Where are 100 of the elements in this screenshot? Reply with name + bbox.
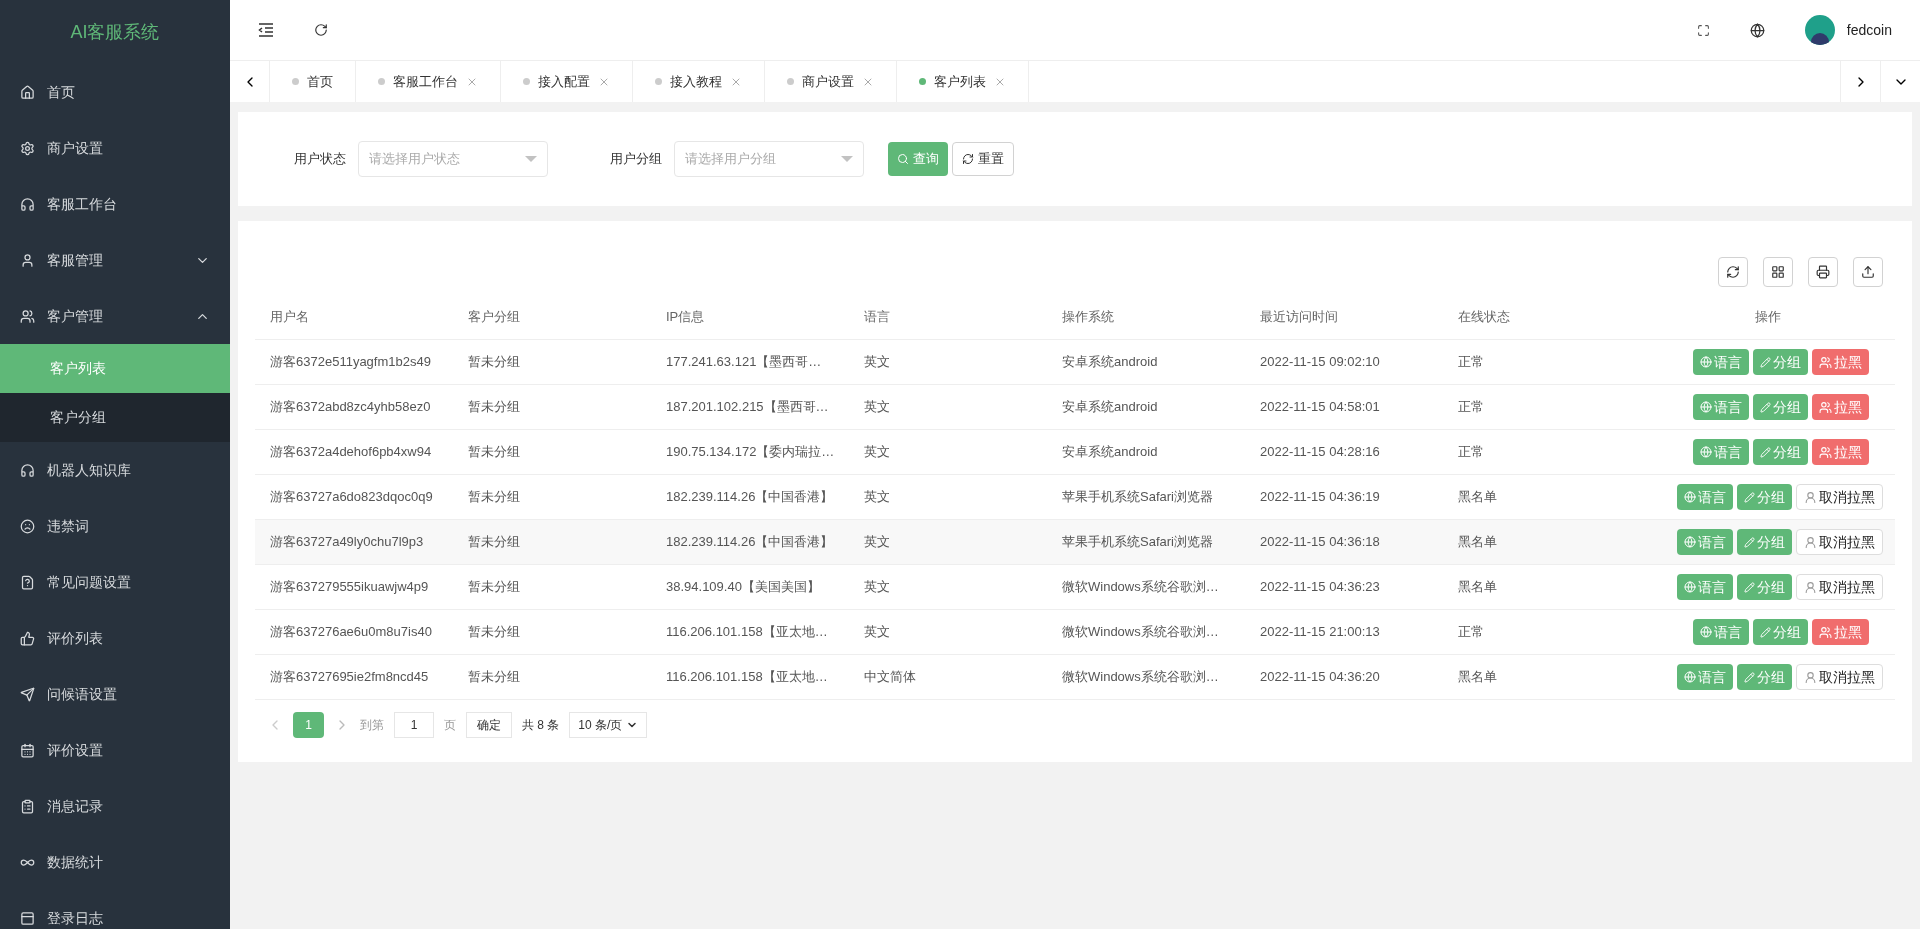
- table-cell-text: 游客637276ae6u0m8u7is40: [269, 623, 433, 642]
- table-cell-text: 暂未分组: [467, 353, 521, 372]
- users-icon: [1819, 625, 1832, 639]
- home-icon: [20, 84, 35, 100]
- filter-label: 用户分组: [610, 150, 662, 169]
- table-cell-text: 微软Windows系统谷歌浏…: [1061, 623, 1220, 642]
- column-header: 最近访问时间: [1259, 308, 1339, 327]
- columns-icon: [1771, 265, 1785, 279]
- brand-title: AI客服系统: [70, 20, 160, 44]
- table-cell-text: 游客63727695ie2fm8ncd45: [269, 668, 430, 687]
- refresh-icon: [1726, 265, 1740, 279]
- user-icon: [20, 252, 35, 268]
- refresh-button[interactable]: [1718, 257, 1748, 287]
- unblock-button[interactable]: 取消拉黑: [1796, 484, 1883, 510]
- sidebar-item[interactable]: 商户设置: [0, 120, 230, 176]
- sidebar-item-label: 违禁词: [47, 516, 90, 536]
- table-cell-text: 安卓系统android: [1061, 443, 1159, 462]
- tab[interactable]: 商户设置: [765, 61, 897, 102]
- tab[interactable]: 客户列表: [897, 61, 1029, 102]
- table-cell-text: 苹果手机系统Safari浏览器: [1061, 533, 1214, 552]
- tab[interactable]: 接入教程: [633, 61, 765, 102]
- table-cell-text: 2022-11-15 04:36:19: [1259, 488, 1381, 507]
- reset-button[interactable]: 重置: [952, 142, 1014, 176]
- sidebar-item-label: 消息记录: [47, 796, 104, 816]
- table-cell-text: 暂未分组: [467, 668, 521, 687]
- tab-label: 首页: [307, 72, 333, 91]
- submenu-item[interactable]: 客户分组: [0, 393, 230, 442]
- table-cell-text: 38.94.109.40【美国美国】: [665, 578, 821, 597]
- sidebar-item[interactable]: 常见问题设置: [0, 554, 230, 610]
- sidebar-item-label: 常见问题设置: [47, 572, 132, 592]
- globe-icon[interactable]: [1749, 22, 1765, 38]
- window-icon: [20, 910, 35, 926]
- tab[interactable]: 客服工作台: [356, 61, 501, 102]
- table-cell-text: 116.206.101.158【亚太地…: [665, 623, 829, 642]
- confirm-button[interactable]: 确定: [466, 712, 512, 738]
- table-cell-text: 116.206.101.158【亚太地…: [665, 668, 829, 687]
- column-header: IP信息: [665, 308, 706, 327]
- table-cell-text: 游客637279555ikuawjw4p9: [269, 578, 430, 597]
- column-header: 语言: [863, 308, 891, 327]
- table-cell-text: 游客6372abd8zc4yhb58ez0: [269, 398, 432, 417]
- table-cell-text: 安卓系统android: [1061, 398, 1159, 417]
- table-cell-text: 游客63727a49ly0chu7l9p3: [269, 533, 425, 552]
- refresh-icon[interactable]: [314, 23, 328, 37]
- sidebar-item[interactable]: 数据统计: [0, 834, 230, 890]
- user-icon: [1804, 580, 1817, 594]
- fullscreen-icon[interactable]: [1696, 23, 1710, 37]
- unblock-button[interactable]: 取消拉黑: [1796, 574, 1883, 600]
- page-input[interactable]: 1: [394, 712, 434, 738]
- columns-button[interactable]: [1763, 257, 1793, 287]
- page-size-select[interactable]: 10 条/页: [569, 712, 648, 738]
- total-count: 共 8 条: [522, 717, 560, 734]
- sidebar-item[interactable]: 客户管理: [0, 288, 230, 344]
- table-cell-text: 182.239.114.26【中国香港】: [665, 533, 835, 552]
- printer-icon: [1816, 265, 1830, 279]
- export-button[interactable]: [1853, 257, 1883, 287]
- collapse-menu-icon[interactable]: [258, 23, 274, 37]
- pencil-icon: [1760, 446, 1771, 458]
- reset-icon: [962, 153, 974, 165]
- table-cell-text: 英文: [863, 398, 891, 417]
- column-header: 操作: [1755, 308, 1781, 327]
- sidebar-item[interactable]: 首页: [0, 64, 230, 120]
- sidebar-item-label: 评价列表: [47, 628, 104, 648]
- table-cell-text: 2022-11-15 04:36:23: [1259, 578, 1381, 597]
- table-cell-text: 187.201.102.215【墨西哥…: [665, 398, 830, 417]
- sidebar-item[interactable]: 消息记录: [0, 778, 230, 834]
- table-cell-text: 微软Windows系统谷歌浏…: [1061, 668, 1220, 687]
- tab[interactable]: 首页: [270, 61, 356, 102]
- tab[interactable]: 接入配置: [501, 61, 633, 102]
- pencil-icon: [1744, 581, 1755, 593]
- export-icon: [1861, 265, 1875, 279]
- table-cell-text: 正常: [1457, 353, 1485, 372]
- table-cell-text: 英文: [863, 488, 891, 507]
- tab-label: 客服工作台: [393, 72, 458, 91]
- sidebar-item[interactable]: 评价设置: [0, 722, 230, 778]
- globe-icon: [1684, 581, 1696, 593]
- sidebar-item[interactable]: 评价列表: [0, 610, 230, 666]
- printer-button[interactable]: [1808, 257, 1838, 287]
- table-cell-text: 正常: [1457, 443, 1485, 462]
- table-cell-text: 2022-11-15 21:00:13: [1259, 623, 1381, 642]
- headset-icon: [20, 462, 35, 478]
- username[interactable]: fedcoin: [1846, 19, 1892, 41]
- avatar[interactable]: [1804, 15, 1835, 45]
- sidebar-item[interactable]: 客服工作台: [0, 176, 230, 232]
- sidebar-item[interactable]: 登录日志: [0, 890, 230, 929]
- sidebar-item[interactable]: 机器人知识库: [0, 442, 230, 498]
- globe-icon: [1684, 536, 1696, 548]
- sidebar-item[interactable]: 违禁词: [0, 498, 230, 554]
- table-cell-text: 英文: [863, 623, 891, 642]
- thumbs-up-icon: [20, 630, 35, 646]
- pencil-icon: [1760, 401, 1771, 413]
- table-cell-text: 暂未分组: [467, 488, 521, 507]
- table-cell-text: 暂未分组: [467, 443, 521, 462]
- settings-icon: [20, 140, 35, 156]
- table-cell-text: 2022-11-15 04:58:01: [1259, 398, 1381, 417]
- sidebar-item[interactable]: 客服管理: [0, 232, 230, 288]
- unblock-button[interactable]: 取消拉黑: [1796, 664, 1883, 690]
- sidebar-item[interactable]: 问候语设置: [0, 666, 230, 722]
- unblock-button[interactable]: 取消拉黑: [1796, 529, 1883, 555]
- users-icon: [1819, 355, 1832, 369]
- pencil-icon: [1744, 671, 1755, 683]
